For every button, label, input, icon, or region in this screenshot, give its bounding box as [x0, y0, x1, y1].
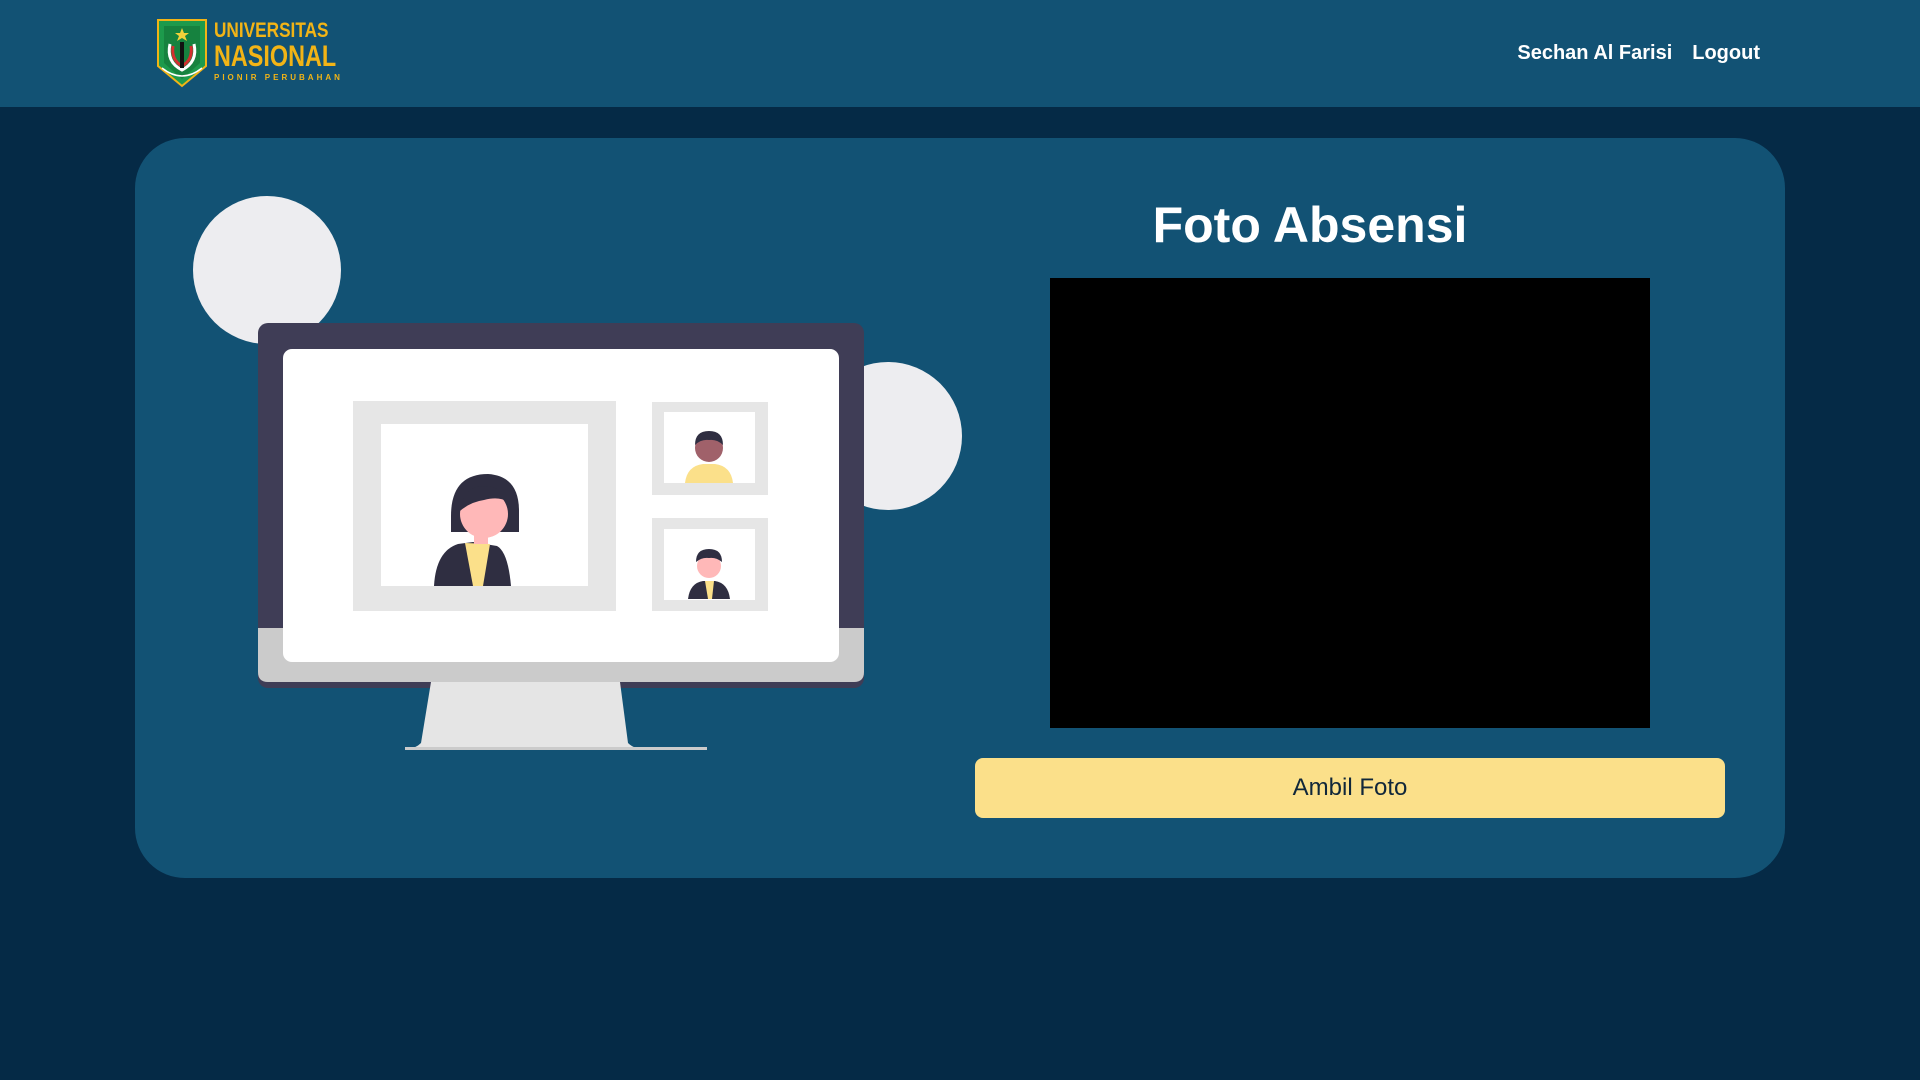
logout-link[interactable]: Logout [1692, 42, 1760, 65]
shield-emblem-icon [157, 19, 207, 88]
monitor-stand [408, 682, 641, 749]
nav-links: Sechan Al Farisi Logout [1517, 0, 1760, 107]
logo-line-universitas: UNIVERSITAS [214, 19, 329, 42]
navbar: UNIVERSITAS NASIONAL PIONIR PERUBAHAN Se… [0, 0, 1920, 107]
camera-preview [1050, 278, 1650, 728]
attendance-card: Foto Absensi Ambil Foto [135, 138, 1785, 878]
logo-wordmark: UNIVERSITAS NASIONAL PIONIR PERUBAHAN [214, 20, 371, 82]
monitor-base [405, 747, 707, 750]
user-name-link[interactable]: Sechan Al Farisi [1517, 42, 1672, 65]
logo-line-nasional: NASIONAL [214, 40, 337, 73]
video-conference-illustration [193, 196, 962, 750]
take-photo-button[interactable]: Ambil Foto [975, 758, 1725, 818]
logo-tagline: PIONIR PERUBAHAN [214, 73, 343, 82]
page-title: Foto Absensi [1152, 197, 1468, 253]
university-logo[interactable]: UNIVERSITAS NASIONAL PIONIR PERUBAHAN [156, 18, 340, 88]
decor-circle-left [193, 196, 341, 344]
